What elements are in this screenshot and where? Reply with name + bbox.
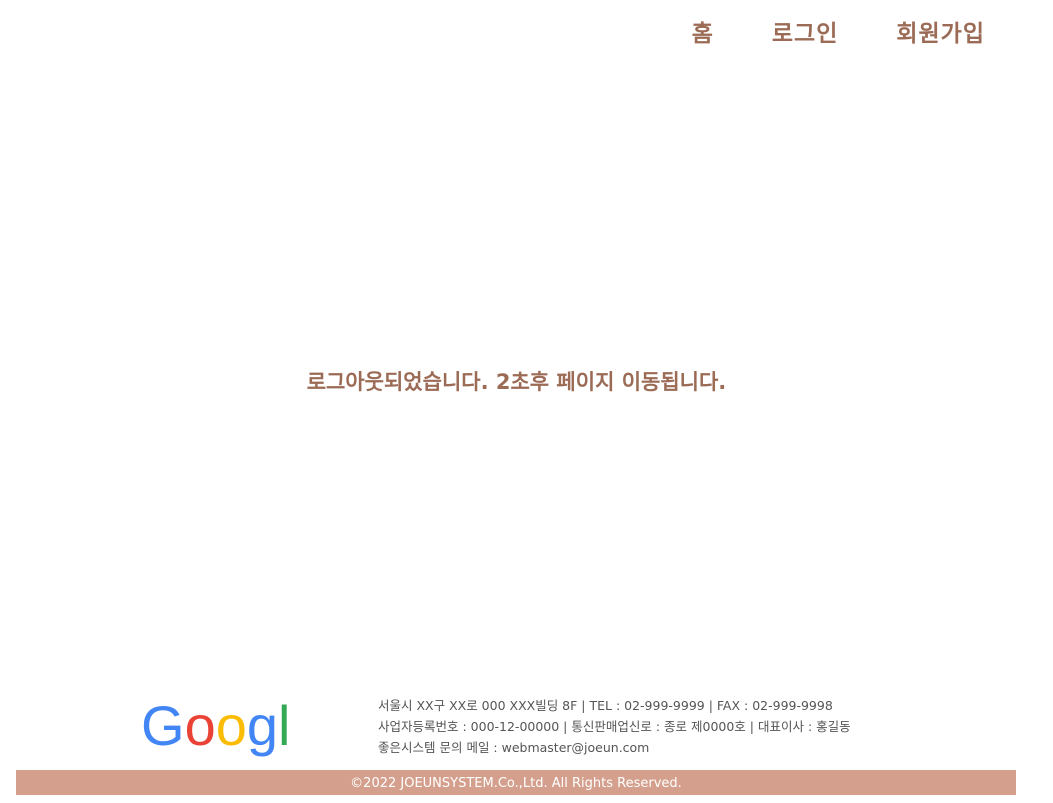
company-address: 서울시 XX구 XX로 000 XXX빌딩 8F | TEL : 02-999-… [378, 698, 833, 713]
logo-letter: o [216, 695, 247, 757]
logo-letter: o [185, 695, 216, 757]
company-registration: 사업자등록번호 : 000-12-00000 | 통신판매업신로 : 종로 제0… [378, 719, 851, 734]
logo-letter: g [247, 695, 278, 757]
logo-letter: G [141, 695, 185, 757]
logo-letter: e [290, 695, 291, 757]
nav-signup-link[interactable]: 회원가입 [896, 14, 985, 48]
top-nav: 홈 로그인 회원가입 [692, 14, 985, 48]
nav-login-link[interactable]: 로그인 [772, 14, 838, 48]
svg-text:Google: Google [141, 695, 291, 757]
copyright-text: ©2022 JOEUNSYSTEM.Co.,Ltd. All Rights Re… [350, 776, 682, 791]
footer-info: Google 서울시 XX구 XX로 000 XXX빌딩 8F | TEL : … [141, 695, 851, 757]
logo-letter: l [278, 695, 290, 757]
nav-home-link[interactable]: 홈 [692, 14, 714, 48]
page: 홈 로그인 회원가입 로그아웃되었습니다. 2초후 페이지 이동됩니다. Goo… [0, 0, 1053, 803]
google-logo: Google [141, 695, 291, 757]
company-contact-email: 좋은시스템 문의 메일 : webmaster@joeun.com [378, 740, 650, 755]
logout-message: 로그아웃되었습니다. 2초후 페이지 이동됩니다. [306, 370, 727, 394]
copyright-bar: ©2022 JOEUNSYSTEM.Co.,Ltd. All Rights Re… [16, 770, 1016, 795]
company-info: 서울시 XX구 XX로 000 XXX빌딩 8F | TEL : 02-999-… [378, 695, 898, 758]
